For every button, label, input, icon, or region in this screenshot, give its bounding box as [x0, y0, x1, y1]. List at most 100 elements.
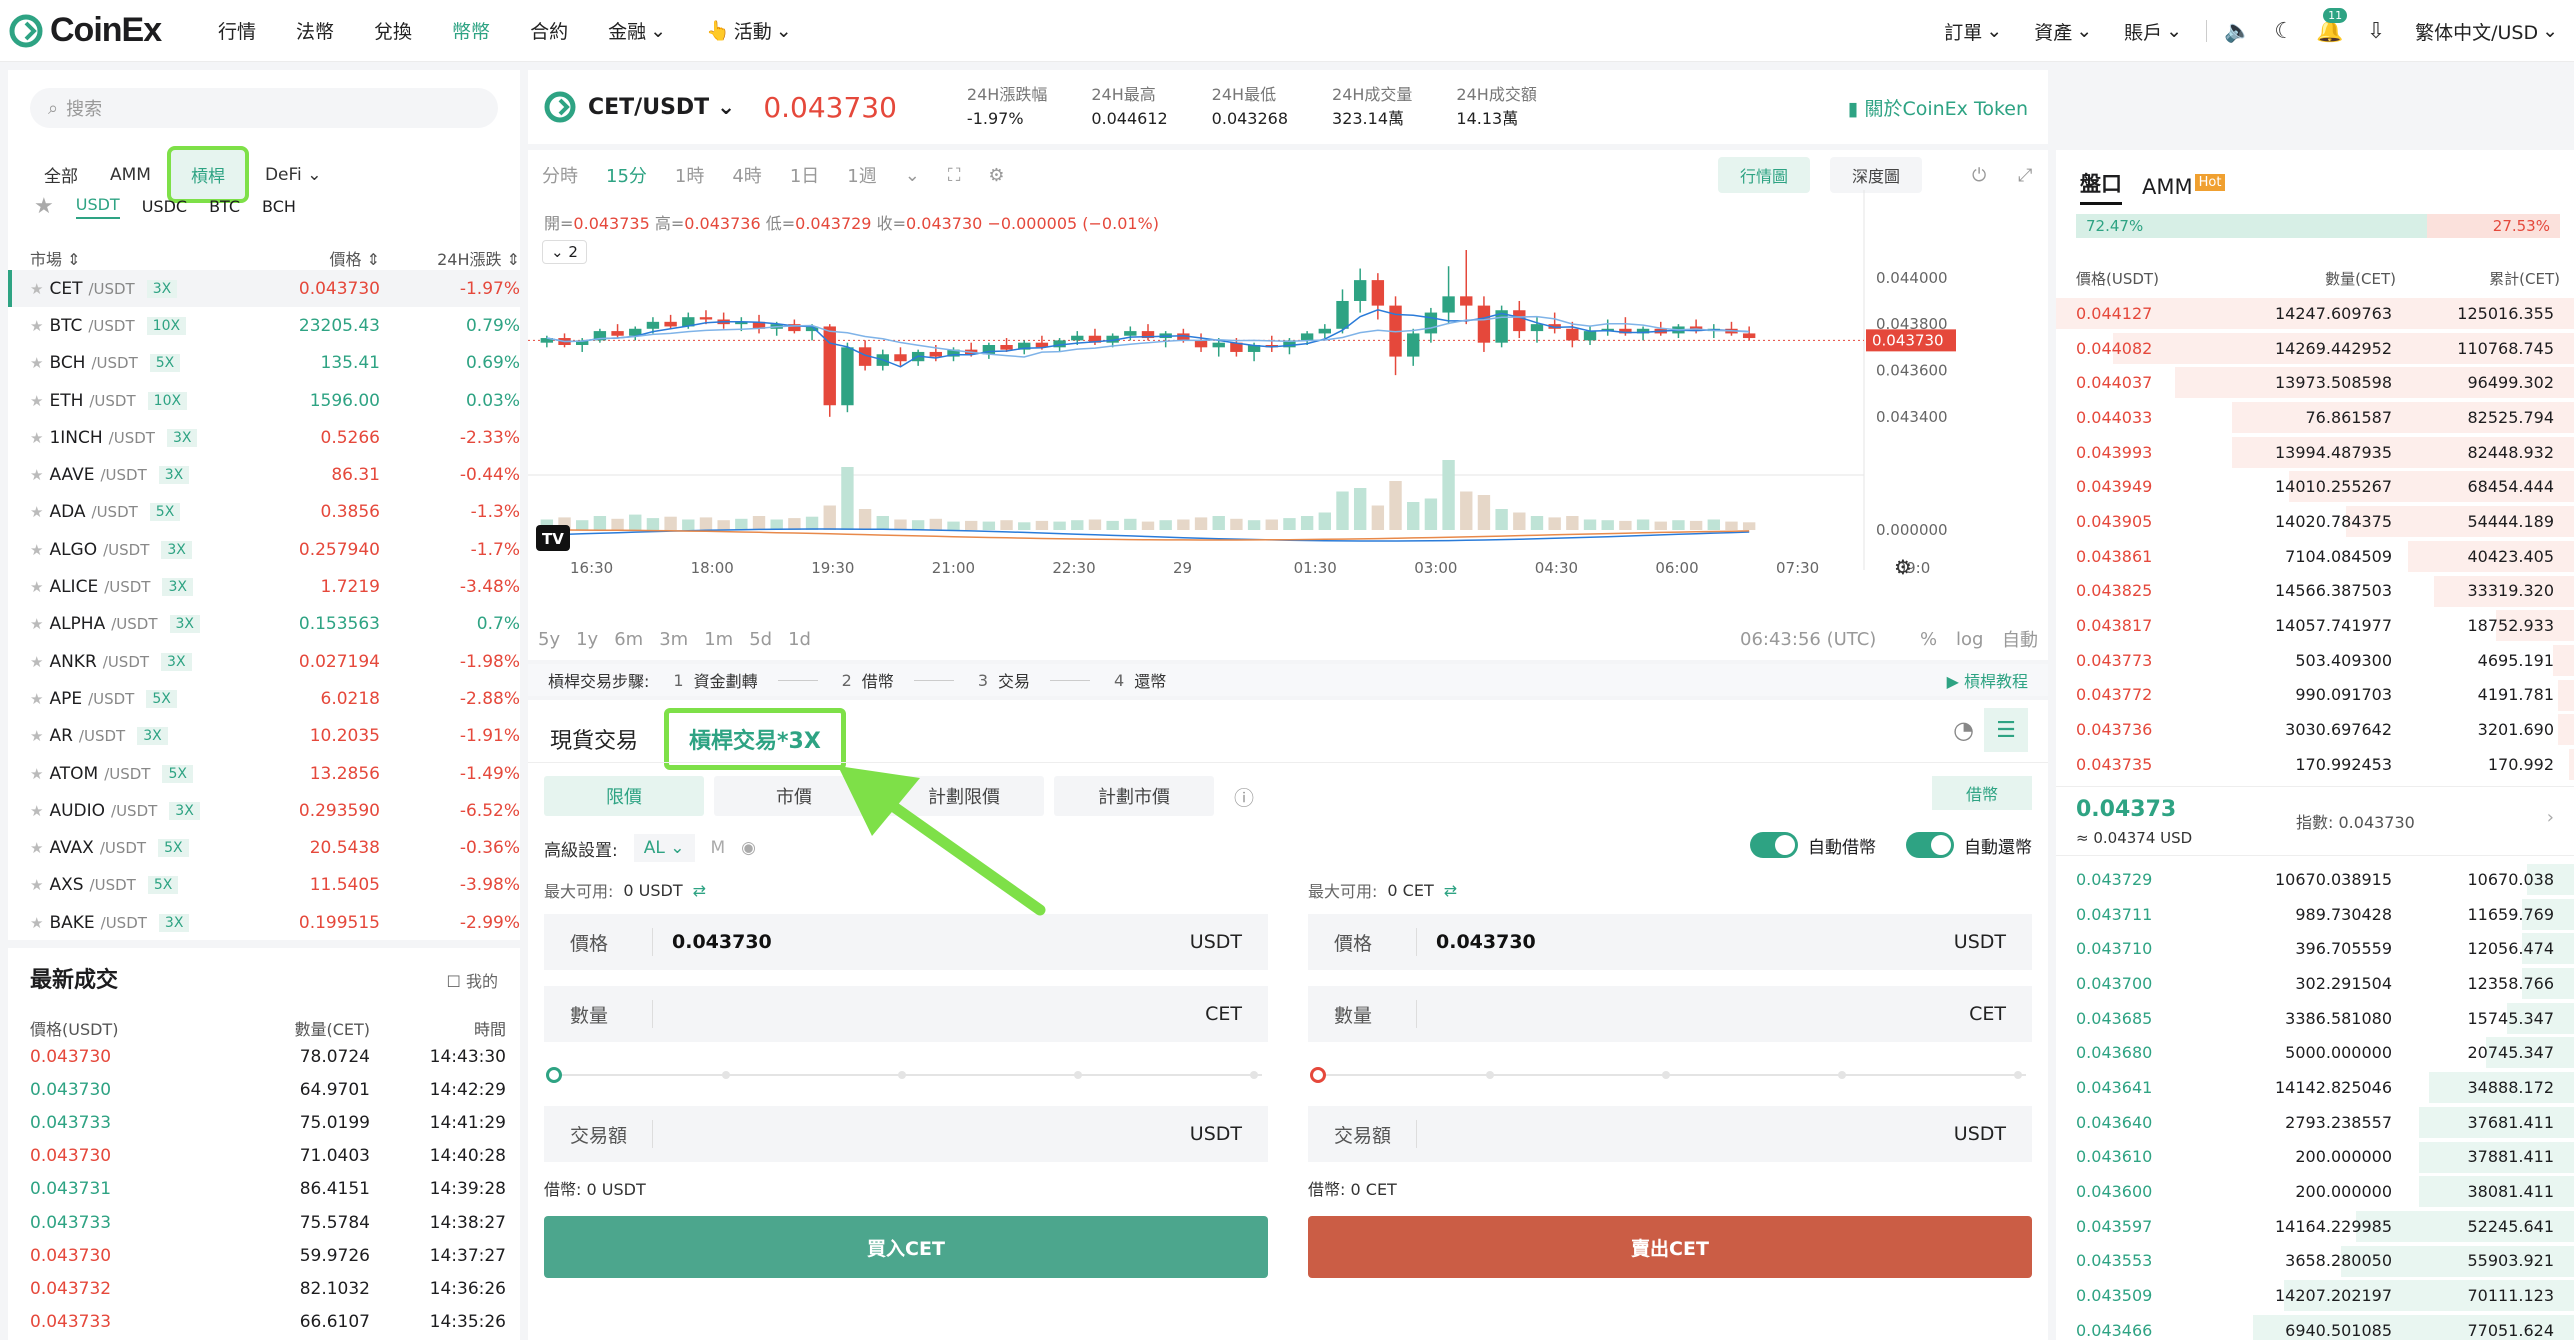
candlestick-chart[interactable]: 0.0440000.0438000.0436000.0434000.000000…: [528, 190, 2048, 620]
star-icon[interactable]: ★: [30, 615, 43, 633]
ask-row[interactable]: 0.043905 14020.784375 54444.189: [2056, 504, 2574, 539]
col-change[interactable]: 24H漲跌 ⇕: [380, 246, 520, 270]
indicator-icon[interactable]: ⛶: [934, 165, 975, 186]
sound-icon[interactable]: 🔈: [2215, 0, 2261, 62]
bid-row[interactable]: 0.043597 14164.229985 52245.641: [2056, 1209, 2574, 1244]
account-menu[interactable]: 賬戶 ⌄: [2108, 18, 2198, 45]
market-row[interactable]: ★ ATOM/USDT 5X 13.2856 -1.49%: [8, 755, 520, 792]
star-icon[interactable]: ★: [30, 914, 43, 932]
transfer-icon[interactable]: ⇄: [1444, 881, 1457, 900]
bid-row[interactable]: 0.043600 200.000000 38081.411: [2056, 1174, 2574, 1209]
sell-percent-slider[interactable]: [1308, 1052, 2032, 1098]
col-market[interactable]: 市場 ⇕: [30, 246, 230, 270]
sell-price-field[interactable]: 價格 0.043730 USDT: [1308, 914, 2032, 970]
language-selector[interactable]: 繁体中文/USD ⌄: [2399, 18, 2574, 45]
assets-menu[interactable]: 資產 ⌄: [2018, 18, 2108, 45]
range-3m[interactable]: 3m: [659, 629, 688, 650]
star-icon[interactable]: ★: [30, 876, 43, 894]
pie-chart-icon[interactable]: ◔: [1953, 716, 1974, 744]
coinex-logo[interactable]: CoinEx: [8, 11, 198, 50]
interval-1h[interactable]: 1時: [661, 162, 718, 188]
market-row[interactable]: ★ AR/USDT 3X 10.2035 -1.91%: [8, 718, 520, 755]
tab-defi[interactable]: DeFi ⌄: [249, 155, 337, 195]
market-row[interactable]: ★ AUDIO/USDT 3X 0.293590 -6.52%: [8, 792, 520, 829]
ask-row[interactable]: 0.044033 76.861587 82525.794: [2056, 400, 2574, 435]
buy-total-field[interactable]: 交易額 USDT: [544, 1106, 1268, 1162]
market-row[interactable]: ★ BTC/USDT 10X 23205.43 0.79%: [8, 307, 520, 344]
interval-4h[interactable]: 4時: [718, 162, 775, 188]
star-icon[interactable]: ★: [30, 690, 43, 708]
ask-row[interactable]: 0.044127 14247.609763 125016.355: [2056, 296, 2574, 331]
bid-row[interactable]: 0.043641 14142.825046 34888.172: [2056, 1070, 2574, 1105]
about-cet-link[interactable]: ▮ 關於CoinEx Token: [1848, 94, 2028, 121]
market-row[interactable]: ★ BAKE/USDT 3X 0.199515 -2.99%: [8, 904, 520, 941]
tutorial-link[interactable]: ▶ 槓桿教程: [1947, 668, 2028, 692]
bid-row[interactable]: 0.043710 396.705559 12056.474: [2056, 931, 2574, 966]
buy-percent-slider[interactable]: [544, 1052, 1268, 1098]
bid-row[interactable]: 0.043640 2793.238557 37681.411: [2056, 1105, 2574, 1140]
star-icon[interactable]: ★: [30, 429, 43, 447]
ask-row[interactable]: 0.043817 14057.741977 18752.933: [2056, 608, 2574, 643]
tab-amm[interactable]: AMM: [94, 155, 167, 195]
ask-row[interactable]: 0.043772 990.091703 4191.781: [2056, 678, 2574, 713]
market-row[interactable]: ★ ETH/USDT 10X 1596.00 0.03%: [8, 382, 520, 419]
star-icon[interactable]: ★: [30, 765, 43, 783]
market-row[interactable]: ★ APE/USDT 5X 6.0218 -2.88%: [8, 680, 520, 717]
settings-icon[interactable]: ⚙: [974, 165, 1018, 186]
interval-1d[interactable]: 1日: [776, 162, 833, 188]
star-icon[interactable]: ★: [30, 392, 43, 410]
bid-row[interactable]: 0.043685 3386.581080 15745.347: [2056, 1001, 2574, 1036]
nav-fiat[interactable]: 法幣: [276, 17, 354, 44]
filter-settings-icon[interactable]: ☰: [1984, 708, 2028, 752]
buy-cet-button[interactable]: 買入CET: [544, 1216, 1268, 1278]
auto-toggle[interactable]: 自動: [2002, 626, 2038, 652]
star-icon[interactable]: ★: [30, 541, 43, 559]
star-icon[interactable]: ★: [30, 466, 43, 484]
tab-usdc[interactable]: USDC: [142, 197, 187, 216]
star-icon[interactable]: ★: [30, 839, 43, 857]
tab-all[interactable]: 全部: [28, 152, 94, 197]
ask-row[interactable]: 0.043736 3030.697642 3201.690: [2056, 712, 2574, 747]
auto-repay-toggle[interactable]: 自動還幣: [1906, 832, 2032, 858]
step-repay[interactable]: 4 還幣: [1114, 668, 1166, 692]
transfer-icon[interactable]: ⇄: [693, 881, 706, 900]
step-transfer[interactable]: 1 資金劃轉: [673, 668, 818, 692]
interval-1w[interactable]: 1週: [833, 162, 890, 188]
bid-row[interactable]: 0.043466 6940.501085 77051.624: [2056, 1313, 2574, 1340]
tab-usdt[interactable]: USDT: [75, 195, 120, 219]
tab-margin-trade[interactable]: 槓桿交易*3X: [664, 708, 846, 770]
step-trade[interactable]: 3 交易: [978, 668, 1091, 692]
order-limit[interactable]: 限價: [544, 776, 704, 816]
market-row[interactable]: ★ ALPHA/USDT 3X 0.153563 0.7%: [8, 606, 520, 643]
fullscreen-icon[interactable]: ⤢: [2004, 165, 2046, 186]
range-1y[interactable]: 1y: [576, 629, 598, 650]
market-row[interactable]: ★ ANKR/USDT 3X 0.027194 -1.98%: [8, 643, 520, 680]
bid-row[interactable]: 0.043700 302.291504 12358.766: [2056, 966, 2574, 1001]
buy-quantity-field[interactable]: 數量 CET: [544, 986, 1268, 1042]
search-input[interactable]: ⌕ 搜索: [30, 88, 498, 128]
my-trades-checkbox[interactable]: ☐ 我的: [447, 968, 498, 992]
market-row[interactable]: ★ AXS/USDT 5X 11.5405 -3.98%: [8, 867, 520, 904]
market-row[interactable]: ★ 1INCH/USDT 3X 0.5266 -2.33%: [8, 419, 520, 456]
star-icon[interactable]: ★: [30, 802, 43, 820]
range-1m[interactable]: 1m: [704, 629, 733, 650]
orders-menu[interactable]: 訂單 ⌄: [1928, 18, 2018, 45]
star-icon[interactable]: ★: [34, 194, 54, 219]
range-1d[interactable]: 1d: [788, 629, 811, 650]
market-row[interactable]: ★ BCH/USDT 5X 135.41 0.69%: [8, 345, 520, 382]
view-kline[interactable]: 行情圖: [1718, 157, 1811, 193]
bid-row[interactable]: 0.043610 200.000000 37881.411: [2056, 1140, 2574, 1175]
nav-spot[interactable]: 幣幣: [432, 17, 510, 44]
buy-price-field[interactable]: 價格 0.043730 USDT: [544, 914, 1268, 970]
view-depth[interactable]: 深度圖: [1830, 157, 1923, 193]
tab-btc[interactable]: BTC: [209, 197, 240, 216]
tab-spot-trade[interactable]: 現貨交易: [544, 713, 644, 765]
sell-cet-button[interactable]: 賣出CET: [1308, 1216, 2032, 1278]
bid-row[interactable]: 0.043509 14207.202197 70111.123: [2056, 1278, 2574, 1313]
refresh-icon[interactable]: ⏻: [1958, 165, 2000, 186]
log-toggle[interactable]: log: [1956, 629, 1983, 650]
nav-futures[interactable]: 合約: [510, 17, 588, 44]
tab-amm-book[interactable]: AMM Hot: [2142, 173, 2226, 199]
ask-row[interactable]: 0.043825 14566.387503 33319.320: [2056, 574, 2574, 609]
range-5d[interactable]: 5d: [749, 629, 772, 650]
